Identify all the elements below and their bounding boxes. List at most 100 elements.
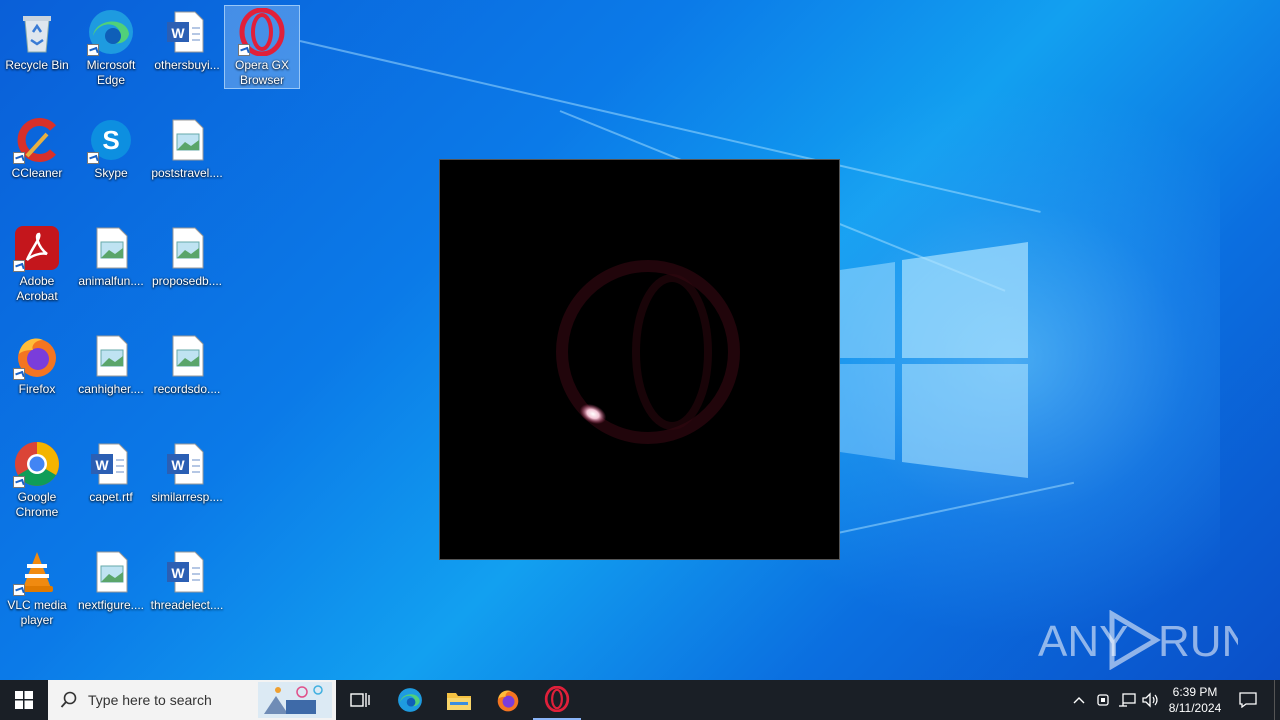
image-file-icon bbox=[163, 116, 211, 164]
vlc-icon bbox=[13, 548, 61, 596]
desktop-icon-similarresp[interactable]: W similarresp.... bbox=[150, 438, 224, 505]
image-file-icon bbox=[163, 224, 211, 272]
shortcut-arrow-icon bbox=[238, 44, 250, 56]
svg-text:S: S bbox=[102, 125, 119, 155]
search-highlight-illustration-icon bbox=[258, 682, 332, 718]
word-document-icon: W bbox=[163, 8, 211, 56]
desktop-icon-label: animalfun.... bbox=[78, 274, 144, 288]
skype-icon: S bbox=[87, 116, 135, 164]
tray-volume-button[interactable] bbox=[1140, 680, 1162, 720]
desktop-icon-label: capet.rtf bbox=[89, 490, 133, 504]
taskbar-firefox-button[interactable] bbox=[484, 680, 532, 720]
desktop-icon-othersbuyi[interactable]: W othersbuyi... bbox=[150, 6, 224, 73]
opera-loading-animation bbox=[556, 260, 740, 444]
desktop-icon-label: poststravel.... bbox=[151, 166, 223, 180]
shortcut-arrow-icon bbox=[13, 368, 25, 380]
image-file-icon bbox=[87, 224, 135, 272]
opera-gx-icon bbox=[238, 7, 286, 57]
svg-text:RUN: RUN bbox=[1158, 617, 1238, 666]
desktop-icon-label: Microsoft Edge bbox=[86, 58, 136, 87]
desktop-icon-label: proposedb.... bbox=[151, 274, 223, 288]
adobe-acrobat-icon bbox=[13, 224, 61, 272]
desktop-icon-label: othersbuyi... bbox=[154, 58, 220, 72]
desktop-icon-label: VLC media player bbox=[7, 598, 67, 627]
image-file-icon bbox=[87, 548, 135, 596]
volume-icon bbox=[1142, 692, 1158, 708]
word-document-icon: W bbox=[163, 548, 211, 596]
desktop-icon-adobe-acrobat[interactable]: Adobe Acrobat bbox=[0, 222, 74, 304]
firefox-icon bbox=[497, 690, 519, 712]
taskbar-edge-button[interactable] bbox=[386, 680, 434, 720]
shortcut-arrow-icon bbox=[13, 476, 25, 488]
desktop-icon-label: Google Chrome bbox=[15, 490, 59, 519]
windows-start-icon bbox=[15, 691, 33, 709]
start-button[interactable] bbox=[0, 680, 48, 720]
firefox-icon bbox=[13, 332, 61, 380]
svg-text:W: W bbox=[171, 25, 185, 41]
image-file-icon bbox=[163, 332, 211, 380]
search-placeholder: Type here to search bbox=[88, 692, 212, 708]
opera-gx-icon bbox=[544, 686, 570, 712]
ccleaner-icon bbox=[13, 116, 61, 164]
chevron-up-icon bbox=[1073, 697, 1085, 704]
desktop-icon-label: Adobe Acrobat bbox=[16, 274, 58, 303]
clock-time: 6:39 PM bbox=[1172, 685, 1218, 699]
edge-icon bbox=[398, 688, 422, 712]
desktop: Recycle Bin Microsoft Edge W othersbuyi.… bbox=[0, 0, 1280, 680]
edge-icon bbox=[87, 8, 135, 56]
shortcut-arrow-icon bbox=[13, 584, 25, 596]
clock-button[interactable]: 6:39 PM 8/11/2024 bbox=[1160, 680, 1230, 720]
action-center-button[interactable] bbox=[1232, 680, 1264, 720]
desktop-icon-vlc-media-player[interactable]: VLC media player bbox=[0, 546, 74, 628]
tray-device-button[interactable] bbox=[1092, 680, 1114, 720]
taskbar-opera-gx-button[interactable] bbox=[533, 680, 581, 720]
desktop-icon-label: Recycle Bin bbox=[5, 58, 69, 72]
desktop-icon-google-chrome[interactable]: Google Chrome bbox=[0, 438, 74, 520]
task-view-button[interactable] bbox=[336, 680, 384, 720]
desktop-icon-label: nextfigure.... bbox=[77, 598, 145, 612]
desktop-icon-nextfigure[interactable]: nextfigure.... bbox=[74, 546, 148, 613]
shortcut-arrow-icon bbox=[13, 152, 25, 164]
taskbar-file-explorer-button[interactable] bbox=[435, 680, 483, 720]
desktop-icon-label: recordsdo.... bbox=[153, 382, 221, 396]
desktop-icon-label: Firefox bbox=[18, 382, 56, 396]
desktop-icon-canhigher[interactable]: canhigher.... bbox=[74, 330, 148, 397]
desktop-icon-label: threadelect.... bbox=[150, 598, 224, 612]
show-desktop-button[interactable] bbox=[1274, 680, 1280, 720]
desktop-icon-label: Opera GX Browser bbox=[234, 58, 290, 87]
desktop-icon-firefox[interactable]: Firefox bbox=[0, 330, 74, 397]
word-document-icon: W bbox=[87, 440, 135, 488]
network-icon bbox=[1119, 693, 1136, 707]
recycle-bin-icon bbox=[13, 8, 61, 56]
notification-icon bbox=[1239, 692, 1257, 708]
svg-text:ANY: ANY bbox=[1038, 617, 1128, 666]
desktop-icon-microsoft-edge[interactable]: Microsoft Edge bbox=[74, 6, 148, 88]
anyrun-watermark: ANY RUN bbox=[1038, 609, 1253, 671]
desktop-icon-animalfun[interactable]: animalfun.... bbox=[74, 222, 148, 289]
shortcut-arrow-icon bbox=[13, 260, 25, 272]
desktop-icon-ccleaner[interactable]: CCleaner bbox=[0, 114, 74, 181]
desktop-icon-threadelect[interactable]: W threadelect.... bbox=[150, 546, 224, 613]
shortcut-arrow-icon bbox=[87, 152, 99, 164]
desktop-icon-proposedb[interactable]: proposedb.... bbox=[150, 222, 224, 289]
desktop-icon-opera-gx[interactable]: Opera GX Browser bbox=[224, 5, 300, 89]
shortcut-arrow-icon bbox=[87, 44, 99, 56]
svg-text:W: W bbox=[171, 457, 185, 473]
search-icon bbox=[60, 691, 77, 708]
taskbar-search-box[interactable]: Type here to search bbox=[48, 680, 336, 720]
desktop-icon-recordsdo[interactable]: recordsdo.... bbox=[150, 330, 224, 397]
svg-text:W: W bbox=[95, 457, 109, 473]
desktop-icon-skype[interactable]: S Skype bbox=[74, 114, 148, 181]
clock-date: 8/11/2024 bbox=[1168, 701, 1222, 715]
svg-text:W: W bbox=[171, 565, 185, 581]
image-file-icon bbox=[87, 332, 135, 380]
desktop-icon-poststravel[interactable]: poststravel.... bbox=[150, 114, 224, 181]
tray-network-button[interactable] bbox=[1116, 680, 1138, 720]
desktop-icon-capet-rtf[interactable]: W capet.rtf bbox=[74, 438, 148, 505]
desktop-icon-recycle-bin[interactable]: Recycle Bin bbox=[0, 6, 74, 73]
show-hidden-icons-button[interactable] bbox=[1068, 680, 1090, 720]
file-explorer-icon bbox=[447, 693, 471, 710]
opera-gx-splash-window bbox=[439, 159, 840, 560]
windows-logo-wallpaper bbox=[840, 242, 1028, 478]
chrome-icon bbox=[13, 440, 61, 488]
